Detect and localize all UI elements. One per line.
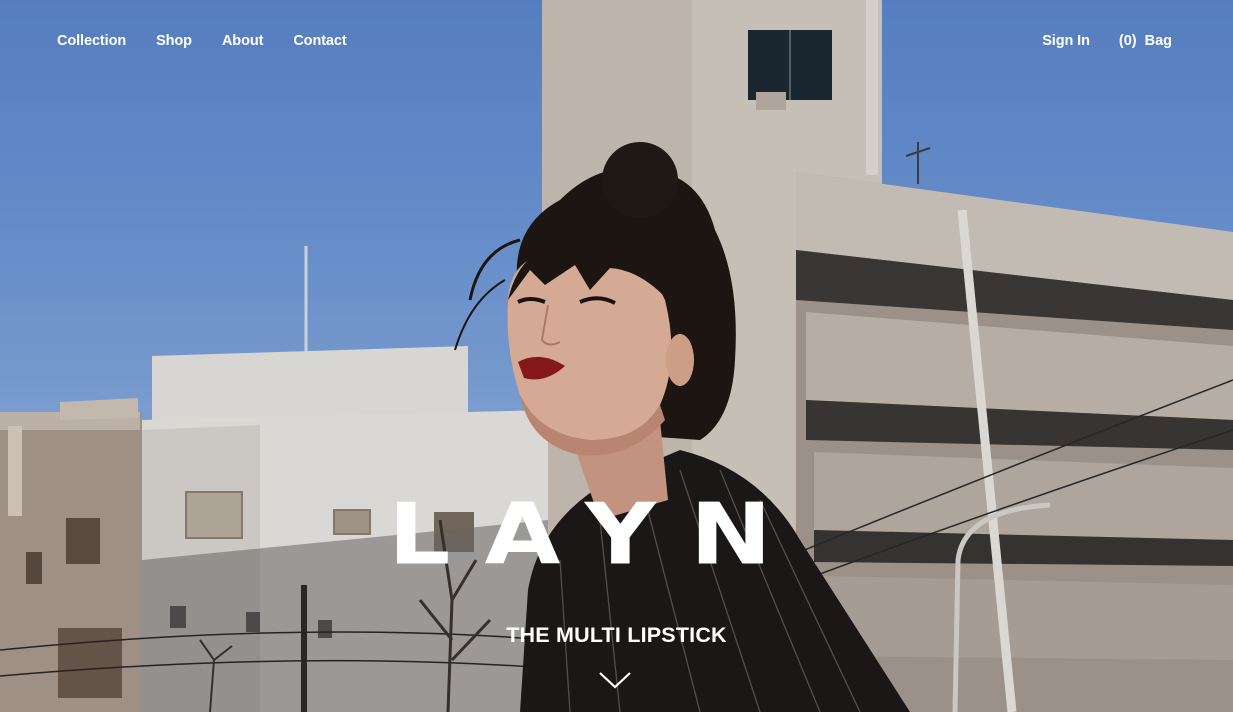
hero-section: Collection Shop About Contact Sign In (0… [0,0,1233,712]
nav-link-contact[interactable]: Contact [293,31,346,51]
brand-logo: LAYN [388,485,806,585]
hero-tagline: THE MULTI LIPSTICK [506,623,727,647]
nav-link-shop[interactable]: Shop [156,31,192,51]
bag-count: (0) [1118,33,1137,49]
bag-label: Bag [1144,33,1172,49]
hero-background-photo [0,0,1233,712]
account-nav: Sign In (0) Bag [1042,31,1172,51]
bag-button[interactable]: (0) Bag [1119,31,1172,51]
chevron-down-icon[interactable] [598,670,632,690]
nav-link-collection[interactable]: Collection [57,31,126,51]
primary-nav: Collection Shop About Contact [57,31,347,51]
sign-in-link[interactable]: Sign In [1042,31,1090,51]
nav-link-about[interactable]: About [222,31,263,51]
